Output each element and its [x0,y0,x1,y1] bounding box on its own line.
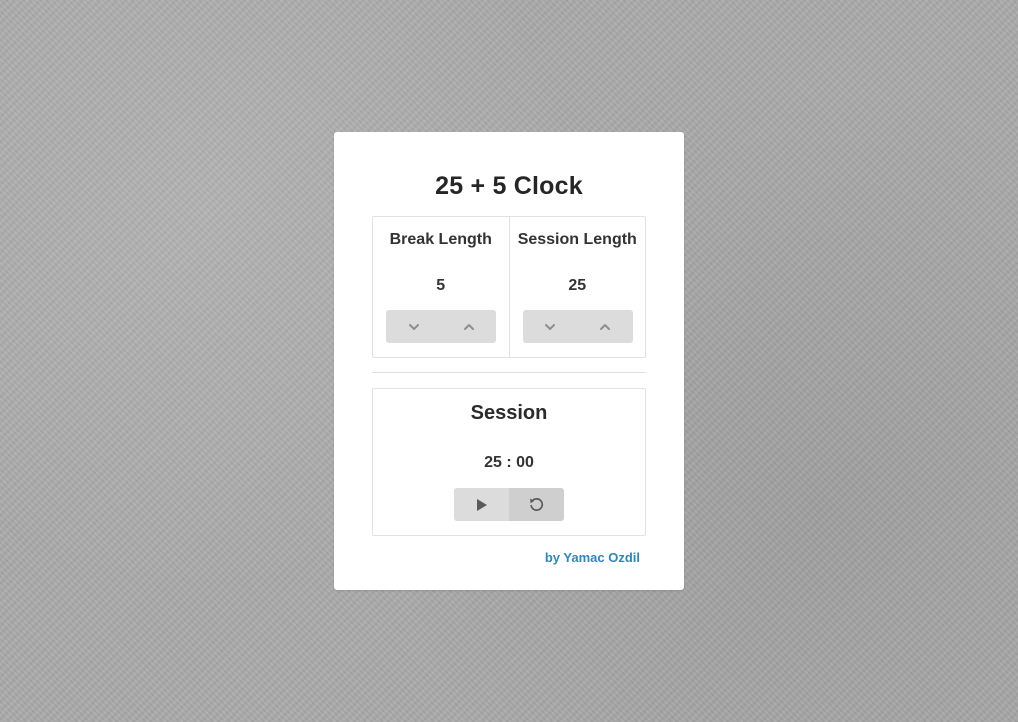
time-left: 25 : 00 [484,454,534,471]
section-divider [372,372,646,373]
author-link[interactable]: by Yamac Ozdil [545,550,640,565]
clock-card: 25 + 5 Clock Break Length 5 Session Leng… [334,132,684,590]
session-increment-button[interactable] [578,310,633,343]
chevron-down-icon [545,323,555,330]
break-length-panel: Break Length 5 [373,217,509,357]
start-stop-button[interactable] [454,488,509,521]
reset-button[interactable] [509,488,564,521]
session-length-panel: Session Length 25 [508,217,646,357]
session-length-controls [522,310,633,343]
session-length-label: Session Length [517,231,637,248]
break-length-label: Break Length [389,231,492,248]
chevron-up-icon [600,323,610,330]
break-decrement-button[interactable] [386,310,441,343]
chevron-down-icon [408,323,419,330]
break-length-controls [386,310,496,343]
reset-icon [530,498,544,511]
app-title: 25 + 5 Clock [435,172,583,200]
timer-controls [454,488,564,521]
chevron-up-icon [463,323,474,330]
length-settings: Break Length 5 Session Length 25 [372,216,646,358]
session-length-value: 25 [568,277,587,294]
session-decrement-button[interactable] [523,310,578,343]
timer-label: Session [470,402,548,424]
play-icon [476,498,487,511]
break-increment-button[interactable] [441,310,496,343]
break-length-value: 5 [436,277,446,294]
timer-panel: Session 25 : 00 [372,388,646,536]
